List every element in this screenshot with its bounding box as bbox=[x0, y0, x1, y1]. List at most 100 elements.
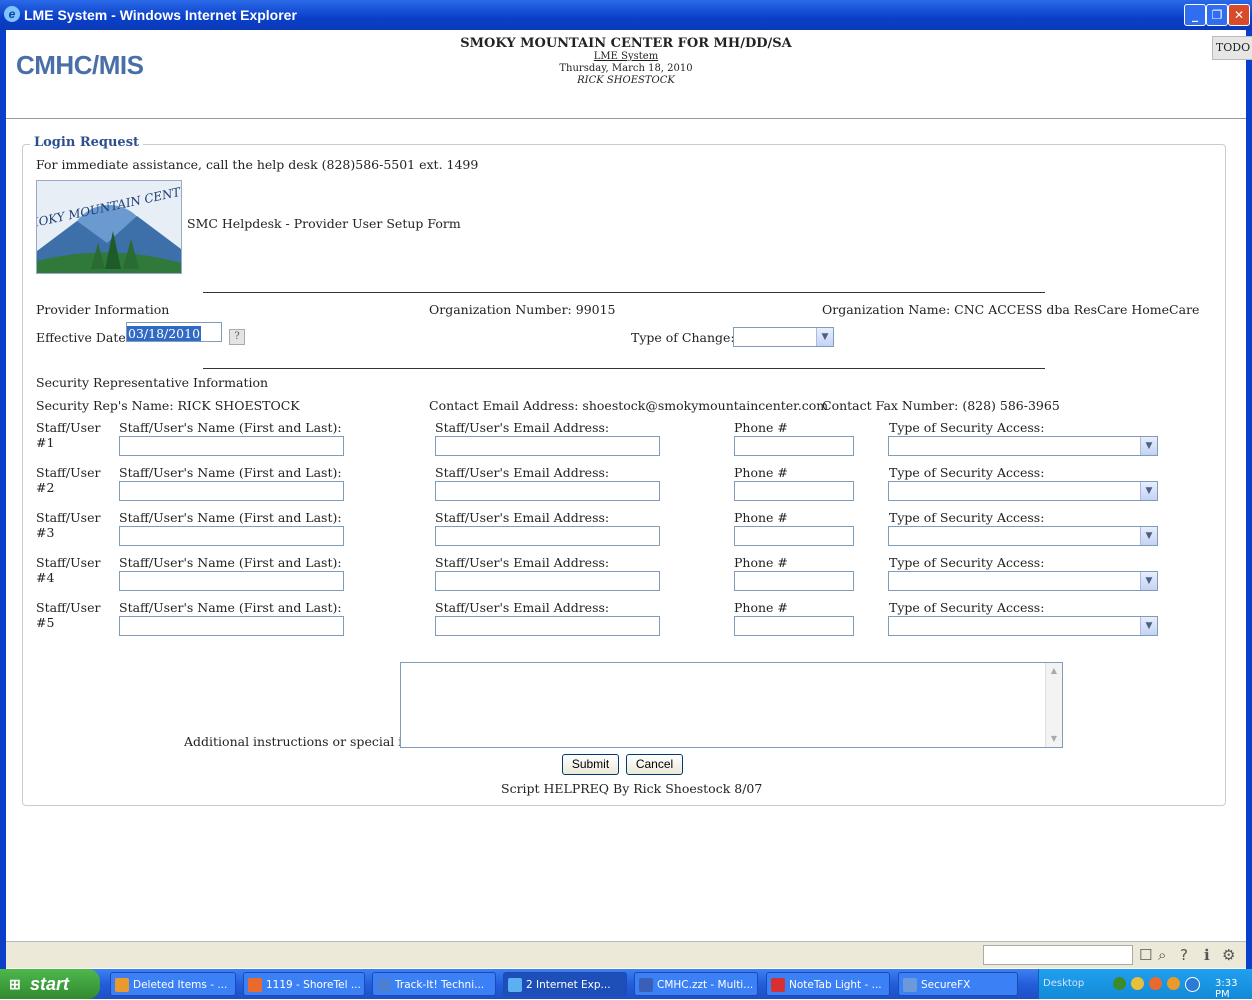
user-email-input[interactable] bbox=[435, 571, 660, 591]
taskbar-item-label: SecureFX bbox=[921, 979, 971, 991]
info-icon[interactable]: ℹ bbox=[1204, 946, 1210, 964]
window-titlebar[interactable]: e LME System - Windows Internet Explorer… bbox=[0, 0, 1252, 30]
type-of-change-label: Type of Change: bbox=[631, 330, 735, 345]
window-title: LME System - Windows Internet Explorer bbox=[24, 7, 297, 23]
user-email-input[interactable] bbox=[435, 616, 660, 636]
textarea-scrollbar[interactable]: ▲ ▼ bbox=[1045, 663, 1062, 747]
user-name-label: Staff/User's Name (First and Last): bbox=[119, 555, 342, 570]
start-button[interactable]: ⊞ start bbox=[0, 969, 100, 999]
user-access-select[interactable]: ▼ bbox=[888, 436, 1158, 456]
scroll-up-icon[interactable]: ▲ bbox=[1046, 663, 1062, 679]
outlook-tray-icon[interactable] bbox=[1167, 977, 1180, 990]
header-date: Thursday, March 18, 2010 bbox=[559, 63, 693, 74]
user-phone-input[interactable] bbox=[734, 481, 854, 501]
network-icon[interactable] bbox=[1113, 977, 1126, 990]
submit-button[interactable]: Submit bbox=[562, 754, 619, 775]
user-row-label: Staff/User bbox=[36, 465, 101, 480]
taskbar-item[interactable]: NoteTab Light - ... bbox=[766, 972, 890, 996]
user-row-label: Staff/User bbox=[36, 420, 101, 435]
org-number: Organization Number: 99015 bbox=[429, 302, 616, 317]
assist-text: For immediate assistance, call the help … bbox=[36, 157, 479, 172]
system-link[interactable]: LME System bbox=[306, 51, 946, 63]
chevron-down-icon: ▼ bbox=[1140, 437, 1157, 455]
type-of-change-select[interactable]: ▼ bbox=[733, 327, 834, 347]
divider bbox=[203, 292, 1045, 293]
desktop-toolbar-label[interactable]: Desktop bbox=[1043, 978, 1084, 989]
taskbar-item[interactable]: CMHC.zzt - Multi... bbox=[634, 972, 758, 996]
user-phone-input[interactable] bbox=[734, 436, 854, 456]
user-row-number: #1 bbox=[36, 435, 55, 450]
close-button[interactable]: ✕ bbox=[1228, 4, 1250, 26]
system-clock: 3:33 PM bbox=[1215, 978, 1238, 1000]
header-info: SMOKY MOUNTAIN CENTER FOR MH/DD/SA LME S… bbox=[306, 36, 946, 87]
shoretel-tray-icon[interactable] bbox=[1149, 977, 1162, 990]
fieldset-legend: Login Request bbox=[30, 135, 144, 150]
taskbar-item-label: Deleted Items - ... bbox=[133, 979, 228, 991]
user-phone-input[interactable] bbox=[734, 526, 854, 546]
user-access-select[interactable]: ▼ bbox=[888, 616, 1158, 636]
user-name-label: Staff/User's Name (First and Last): bbox=[119, 510, 342, 525]
user-email-label: Staff/User's Email Address: bbox=[435, 465, 610, 480]
user-phone-input[interactable] bbox=[734, 616, 854, 636]
cancel-button[interactable]: Cancel bbox=[626, 754, 683, 775]
additional-info-label: Additional instructions or special info: bbox=[184, 734, 427, 749]
taskbar-item[interactable]: SecureFX bbox=[898, 972, 1018, 996]
tray-app-icon[interactable] bbox=[1131, 977, 1144, 990]
connection-tray-icon[interactable] bbox=[1185, 977, 1200, 992]
user-email-label: Staff/User's Email Address: bbox=[435, 420, 610, 435]
user-name-input[interactable] bbox=[119, 616, 344, 636]
user-access-select[interactable]: ▼ bbox=[888, 526, 1158, 546]
chevron-down-icon: ▼ bbox=[1140, 482, 1157, 500]
chevron-down-icon: ▼ bbox=[1140, 527, 1157, 545]
user-email-input[interactable] bbox=[435, 436, 660, 456]
additional-info-textarea[interactable]: ▲ ▼ bbox=[400, 662, 1063, 748]
contact-fax: Contact Fax Number: (828) 586-3965 bbox=[822, 398, 1060, 413]
chevron-down-icon: ▼ bbox=[816, 328, 833, 346]
taskbar-item[interactable]: 1119 - ShoreTel ... bbox=[243, 972, 365, 996]
user-email-label: Staff/User's Email Address: bbox=[435, 510, 610, 525]
system-tray: Desktop 3:33 PM bbox=[1038, 969, 1252, 1000]
user-access-select[interactable]: ▼ bbox=[888, 571, 1158, 591]
tools-icon[interactable]: ⚙ bbox=[1222, 946, 1235, 964]
user-name-label: Staff/User's Name (First and Last): bbox=[119, 465, 342, 480]
search-icon[interactable]: ⌕ bbox=[1158, 946, 1166, 964]
scroll-down-icon[interactable]: ▼ bbox=[1046, 731, 1062, 747]
script-footer: Script HELPREQ By Rick Shoestock 8/07 bbox=[501, 781, 763, 796]
user-name-input[interactable] bbox=[119, 526, 344, 546]
effective-date-input[interactable]: 03/18/2010 bbox=[126, 322, 222, 342]
windows-flag-icon: ⊞ bbox=[9, 976, 21, 992]
form-title: SMC Helpdesk - Provider User Setup Form bbox=[187, 216, 461, 231]
help-icon[interactable]: ? bbox=[1180, 946, 1188, 964]
user-row-number: #5 bbox=[36, 615, 55, 630]
user-phone-label: Phone # bbox=[734, 510, 788, 525]
taskbar-item[interactable]: Track-It! Techni... bbox=[372, 972, 496, 996]
user-access-label: Type of Security Access: bbox=[889, 510, 1045, 525]
provider-section-label: Provider Information bbox=[36, 302, 170, 317]
divider bbox=[203, 368, 1045, 369]
user-name-input[interactable] bbox=[119, 436, 344, 456]
checkbox-icon[interactable]: ☐ bbox=[1139, 946, 1152, 964]
app-icon bbox=[248, 978, 262, 992]
effective-date-label: Effective Date: bbox=[36, 330, 130, 345]
taskbar-item[interactable]: 2 Internet Exp... bbox=[503, 972, 627, 996]
user-phone-input[interactable] bbox=[734, 571, 854, 591]
user-access-select[interactable]: ▼ bbox=[888, 481, 1158, 501]
chevron-down-icon: ▼ bbox=[1140, 572, 1157, 590]
user-row-number: #2 bbox=[36, 480, 55, 495]
user-name-label: Staff/User's Name (First and Last): bbox=[119, 420, 342, 435]
app-icon bbox=[377, 978, 391, 992]
maximize-button[interactable]: ❐ bbox=[1206, 4, 1228, 26]
todo-button[interactable]: TODO bbox=[1212, 36, 1252, 60]
user-name-input[interactable] bbox=[119, 481, 344, 501]
user-phone-label: Phone # bbox=[734, 420, 788, 435]
user-email-input[interactable] bbox=[435, 481, 660, 501]
date-help-button[interactable]: ? bbox=[229, 329, 245, 345]
minimize-button[interactable]: _ bbox=[1184, 4, 1206, 26]
security-rep-name: Security Rep's Name: RICK SHOESTOCK bbox=[36, 398, 300, 413]
user-access-label: Type of Security Access: bbox=[889, 420, 1045, 435]
user-name-input[interactable] bbox=[119, 571, 344, 591]
user-phone-label: Phone # bbox=[734, 465, 788, 480]
page-header: CMHC/MIS SMOKY MOUNTAIN CENTER FOR MH/DD… bbox=[6, 30, 1252, 119]
taskbar-item[interactable]: Deleted Items - ... bbox=[110, 972, 236, 996]
user-email-input[interactable] bbox=[435, 526, 660, 546]
